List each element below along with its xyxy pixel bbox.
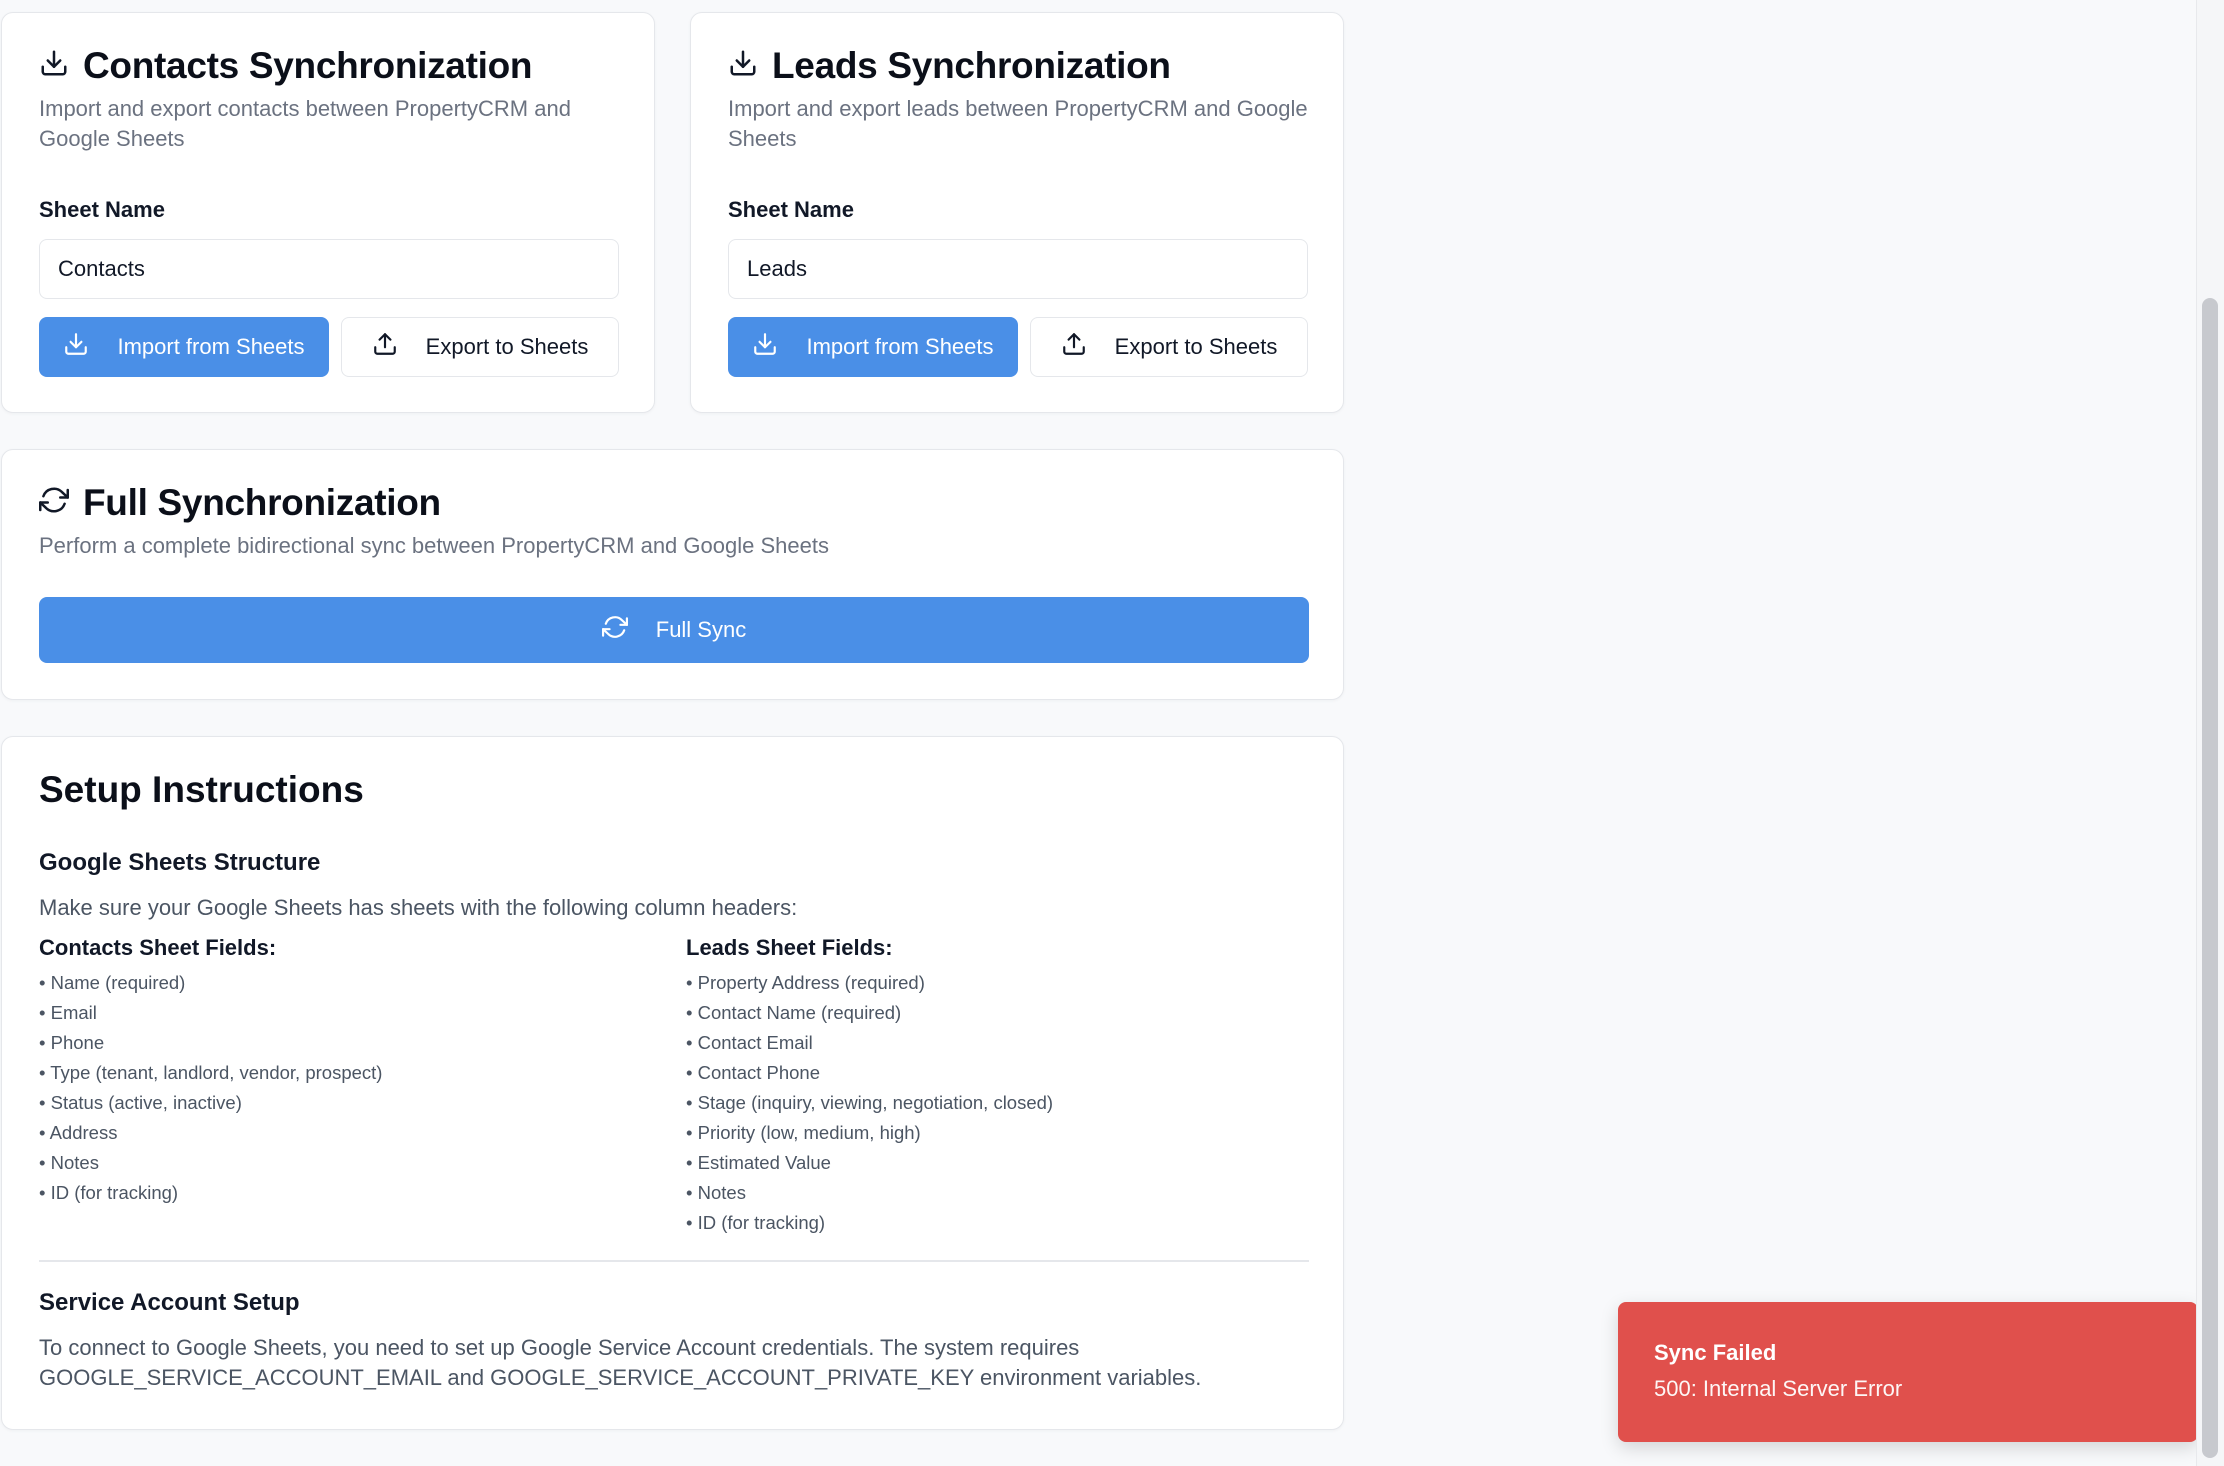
full-sync-title-text: Full Synchronization (83, 482, 441, 523)
setup-instructions-card: Setup Instructions Google Sheets Structu… (1, 736, 1344, 1430)
list-item: • Address (39, 1122, 118, 1143)
scrollbar-thumb[interactable] (2202, 298, 2218, 1458)
sync-failed-toast[interactable]: Sync Failed 500: Internal Server Error (1618, 1302, 2198, 1442)
list-item: • Notes (686, 1182, 746, 1203)
list-item: • Contact Name (required) (686, 1002, 902, 1023)
leads-sync-description: Import and export leads between Property… (728, 96, 1308, 151)
toast-message: 500: Internal Server Error (1654, 1376, 1903, 1401)
setup-instructions-title: Setup Instructions (39, 769, 364, 810)
contacts-sync-card: Contacts Synchronization Import and expo… (1, 12, 655, 413)
contacts-sync-title: Contacts Synchronization (39, 45, 532, 87)
list-item: • Stage (inquiry, viewing, negotiation, … (686, 1092, 1054, 1113)
refresh-icon (39, 482, 69, 524)
download-icon (752, 331, 778, 363)
list-item: • Type (tenant, landlord, vendor, prospe… (39, 1062, 383, 1083)
leads-sync-title: Leads Synchronization (728, 45, 1171, 87)
leads-sheet-name-label: Sheet Name (728, 197, 854, 222)
contacts-export-label: Export to Sheets (425, 334, 589, 359)
list-item: • Phone (39, 1032, 105, 1053)
list-item: • Status (active, inactive) (39, 1092, 242, 1113)
full-sync-card: Full Synchronization Perform a complete … (1, 449, 1344, 700)
sheets-structure-text: Make sure your Google Sheets has sheets … (39, 895, 798, 920)
contacts-sheet-name-label: Sheet Name (39, 197, 165, 222)
list-item: • ID (for tracking) (686, 1212, 826, 1233)
list-item: • Property Address (required) (686, 972, 925, 993)
leads-export-button[interactable]: Export to Sheets (1030, 317, 1308, 377)
leads-fields-list: • Property Address (required) • Contact … (686, 968, 1053, 1238)
contacts-export-button[interactable]: Export to Sheets (341, 317, 619, 377)
section-divider (39, 1260, 1309, 1262)
list-item: • Name (required) (39, 972, 186, 993)
contacts-sync-description: Import and export contacts between Prope… (39, 96, 571, 151)
list-item: • Email (39, 1002, 97, 1023)
list-item: • Estimated Value (686, 1152, 831, 1173)
sheets-structure-title: Google Sheets Structure (39, 849, 321, 876)
upload-icon (1061, 331, 1087, 363)
service-account-text: To connect to Google Sheets, you need to… (39, 1333, 1309, 1393)
leads-import-label: Import from Sheets (806, 334, 994, 359)
contacts-import-button[interactable]: Import from Sheets (39, 317, 329, 377)
toast-title: Sync Failed (1654, 1340, 1777, 1365)
leads-export-label: Export to Sheets (1114, 334, 1278, 359)
full-sync-button[interactable]: Full Sync (39, 597, 1309, 663)
contacts-fields-list: • Name (required) • Email • Phone • Type… (39, 968, 382, 1208)
list-item: • Priority (low, medium, high) (686, 1122, 921, 1143)
service-account-title: Service Account Setup (39, 1289, 300, 1316)
list-item: • ID (for tracking) (39, 1182, 179, 1203)
full-sync-description: Perform a complete bidirectional sync be… (39, 533, 829, 558)
full-sync-label: Full Sync (655, 617, 747, 642)
download-icon (39, 45, 69, 87)
service-account-text-line-2: GOOGLE_SERVICE_ACCOUNT_EMAIL and GOOGLE_… (39, 1365, 1202, 1390)
service-account-text-line-1: To connect to Google Sheets, you need to… (39, 1335, 1080, 1360)
download-icon (63, 331, 89, 363)
leads-sheet-name-input[interactable] (728, 239, 1308, 299)
leads-fields-title: Leads Sheet Fields: (686, 935, 893, 960)
contacts-import-label: Import from Sheets (117, 334, 305, 359)
list-item: • Notes (39, 1152, 99, 1173)
full-sync-title: Full Synchronization (39, 482, 441, 524)
upload-icon (372, 331, 398, 363)
contacts-sync-title-text: Contacts Synchronization (83, 45, 533, 86)
contacts-sheet-name-input[interactable] (39, 239, 619, 299)
list-item: • Contact Phone (686, 1062, 821, 1083)
refresh-icon (601, 614, 628, 646)
leads-sync-card: Leads Synchronization Import and export … (690, 12, 1344, 413)
download-icon (728, 45, 758, 87)
contacts-fields-title: Contacts Sheet Fields: (39, 935, 277, 960)
leads-sync-title-text: Leads Synchronization (772, 45, 1171, 86)
list-item: • Contact Email (686, 1032, 813, 1053)
leads-import-button[interactable]: Import from Sheets (728, 317, 1018, 377)
